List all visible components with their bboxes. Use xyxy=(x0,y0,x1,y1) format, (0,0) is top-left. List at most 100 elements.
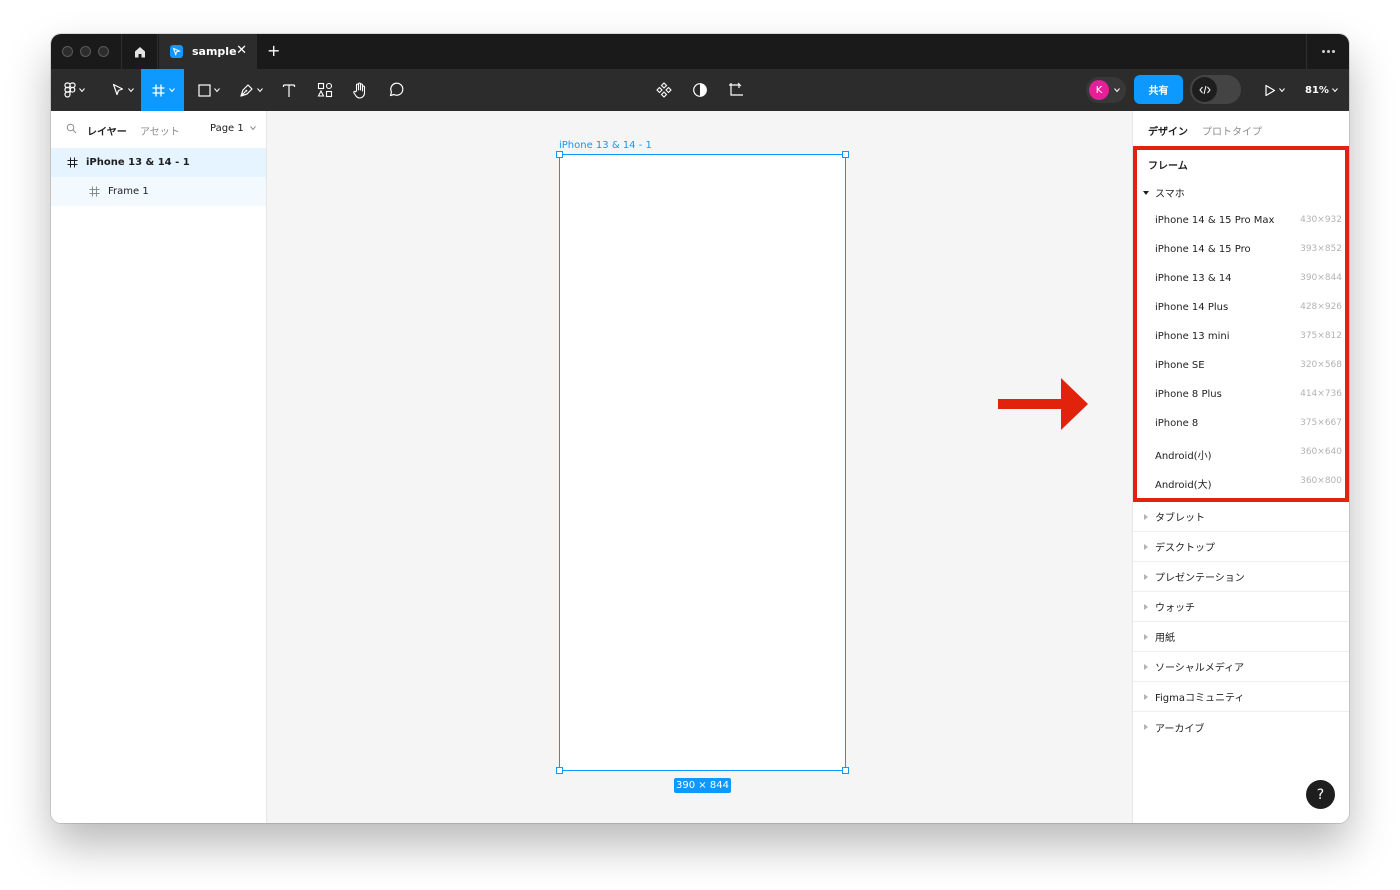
minimize-window-button[interactable] xyxy=(80,46,91,57)
triangle-right-icon xyxy=(1144,663,1148,670)
chevron-down-icon xyxy=(1278,88,1285,93)
text-icon xyxy=(282,83,296,97)
triangle-right-icon xyxy=(1144,573,1148,580)
zoom-value: 81% xyxy=(1305,84,1329,96)
code-icon xyxy=(1192,77,1217,102)
frame-hash-icon xyxy=(152,84,164,96)
triangle-right-icon xyxy=(1144,603,1148,610)
tab-design[interactable]: デザイン xyxy=(1148,123,1188,138)
chevron-down-icon xyxy=(78,88,85,93)
frame-category-toggle[interactable]: ウォッチ xyxy=(1133,592,1349,622)
frame-category-toggle[interactable]: ソーシャルメディア xyxy=(1133,652,1349,682)
share-button[interactable]: 共有 xyxy=(1134,75,1183,104)
contrast-icon xyxy=(693,83,707,97)
shape-tool-button[interactable] xyxy=(192,69,226,111)
app-window: sample ✕ + K 共有 81% レイヤー アセット Page 1 iPh… xyxy=(51,34,1349,823)
category-label: 用紙 xyxy=(1155,633,1175,644)
chevron-down-icon xyxy=(1332,88,1338,93)
layer-name: Frame 1 xyxy=(108,186,149,197)
file-tab[interactable]: sample ✕ xyxy=(159,34,257,69)
page-label: Page 1 xyxy=(210,123,244,134)
frame-category-toggle[interactable]: タブレット xyxy=(1133,502,1349,532)
comment-tool-button[interactable] xyxy=(384,69,408,111)
tab-close-button[interactable]: ✕ xyxy=(236,44,247,58)
triangle-right-icon xyxy=(1144,724,1148,730)
text-tool-button[interactable] xyxy=(277,69,301,111)
resize-handle[interactable] xyxy=(556,151,563,158)
chevron-down-icon xyxy=(127,88,134,93)
triangle-right-icon xyxy=(1144,633,1148,640)
chevron-down-icon xyxy=(257,88,263,93)
category-label: デスクトップ xyxy=(1155,543,1215,554)
frame-size-badge: 390 × 844 xyxy=(674,778,731,793)
comment-icon xyxy=(389,82,404,97)
user-avatar-button[interactable]: K xyxy=(1086,77,1126,103)
frame-hash-icon xyxy=(89,186,100,197)
canvas[interactable]: iPhone 13 & 14 - 1 390 × 844 xyxy=(267,111,1132,823)
chevron-down-icon xyxy=(1114,88,1120,93)
chevron-down-icon xyxy=(250,126,256,131)
help-button[interactable]: ? xyxy=(1306,780,1335,809)
hand-icon xyxy=(353,81,366,99)
red-arrow-annotation xyxy=(998,378,1088,430)
triangle-right-icon xyxy=(1144,543,1148,550)
page-selector[interactable]: Page 1 xyxy=(210,123,256,134)
triangle-right-icon xyxy=(1144,693,1148,700)
frame-category-toggle[interactable]: アーカイブ xyxy=(1133,712,1349,742)
toolbar: K 共有 81% xyxy=(51,69,1349,111)
mask-button[interactable] xyxy=(688,69,712,111)
dev-mode-toggle[interactable] xyxy=(1190,75,1241,104)
crop-button[interactable] xyxy=(724,69,748,111)
layer-name: iPhone 13 & 14 - 1 xyxy=(86,157,190,168)
selected-frame[interactable] xyxy=(559,154,846,771)
design-panel: デザイン プロトタイプ フレーム スマホ iPhone 14 & 15 Pro … xyxy=(1132,111,1349,823)
tab-layers[interactable]: レイヤー xyxy=(87,123,127,138)
design-file-icon xyxy=(170,45,183,58)
frame-label[interactable]: iPhone 13 & 14 - 1 xyxy=(559,140,652,151)
tab-title: sample xyxy=(192,45,237,58)
resize-handle[interactable] xyxy=(842,767,849,774)
present-button[interactable] xyxy=(1259,69,1289,111)
home-button[interactable] xyxy=(121,34,158,69)
close-window-button[interactable] xyxy=(62,46,73,57)
rectangle-icon xyxy=(198,83,211,97)
frame-tool-button[interactable] xyxy=(141,69,184,111)
new-tab-button[interactable]: + xyxy=(267,41,280,61)
category-label: ソーシャルメディア xyxy=(1155,663,1245,674)
search-icon[interactable] xyxy=(66,123,77,134)
category-label: アーカイブ xyxy=(1155,723,1205,735)
layer-row[interactable]: Frame 1 xyxy=(51,177,266,206)
move-tool-button[interactable] xyxy=(105,69,139,111)
pen-tool-button[interactable] xyxy=(234,69,268,111)
tab-prototype[interactable]: プロトタイプ xyxy=(1202,123,1262,138)
zoom-dropdown[interactable]: 81% xyxy=(1305,69,1338,111)
main-menu-button[interactable] xyxy=(57,69,91,111)
layer-row[interactable]: iPhone 13 & 14 - 1 xyxy=(51,148,266,177)
tab-assets[interactable]: アセット xyxy=(140,123,180,138)
crop-icon xyxy=(729,82,743,96)
frame-category-toggle[interactable]: プレゼンテーション xyxy=(1133,562,1349,592)
frame-hash-icon xyxy=(67,157,78,168)
play-icon xyxy=(1264,84,1275,96)
zoom-window-button[interactable] xyxy=(98,46,109,57)
frame-category-toggle[interactable]: 用紙 xyxy=(1133,622,1349,652)
resize-handle[interactable] xyxy=(556,767,563,774)
components-button[interactable] xyxy=(652,69,676,111)
red-highlight-box xyxy=(1133,146,1349,502)
figma-logo-icon xyxy=(63,82,76,98)
more-options-button[interactable] xyxy=(1306,34,1349,69)
resources-tool-button[interactable] xyxy=(313,69,337,111)
frame-category-toggle[interactable]: Figmaコミュニティ xyxy=(1133,682,1349,712)
home-icon xyxy=(134,46,145,57)
avatar: K xyxy=(1089,80,1109,100)
layers-panel: レイヤー アセット Page 1 iPhone 13 & 14 - 1 Fram… xyxy=(51,111,267,823)
resources-icon xyxy=(317,82,333,98)
frame-category-toggle[interactable]: デスクトップ xyxy=(1133,532,1349,562)
design-panel-tabs: デザイン プロトタイプ xyxy=(1133,111,1349,147)
category-label: タブレット xyxy=(1155,513,1205,524)
resize-handle[interactable] xyxy=(842,151,849,158)
hand-tool-button[interactable] xyxy=(348,69,372,111)
chevron-down-icon xyxy=(168,88,175,93)
component-icon xyxy=(656,82,672,98)
category-label: ウォッチ xyxy=(1155,603,1195,614)
